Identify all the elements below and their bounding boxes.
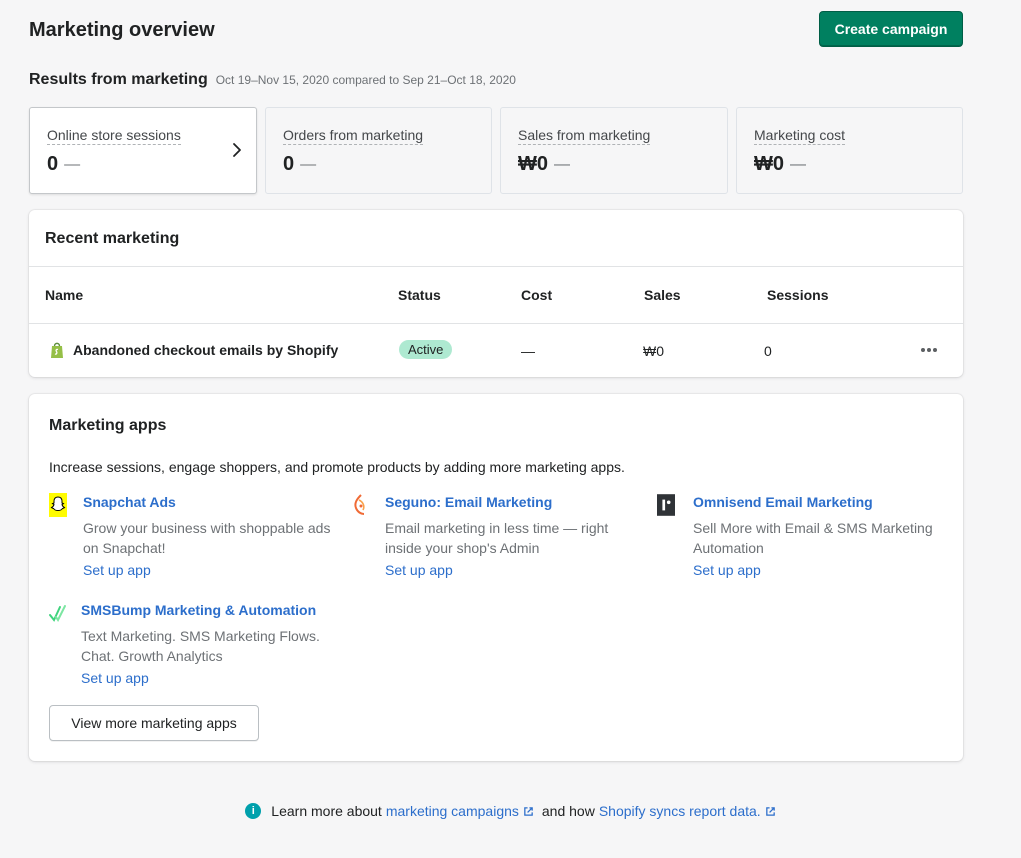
- link-text[interactable]: Shopify syncs report data.: [599, 803, 761, 819]
- metric-change: —: [554, 155, 570, 173]
- metric-value: 0: [47, 153, 59, 175]
- metric-card-orders[interactable]: Orders from marketing 0 —: [265, 107, 492, 194]
- app-name[interactable]: SMSBump Marketing & Automation: [81, 602, 316, 618]
- metric-card-cost[interactable]: Marketing cost ₩0 —: [736, 107, 963, 194]
- app-description: Grow your business with shoppable ads on…: [83, 520, 331, 556]
- metric-label[interactable]: Sales from marketing: [518, 127, 651, 145]
- setup-app-link[interactable]: Set up app: [81, 670, 149, 686]
- external-link-icon: [524, 806, 533, 816]
- setup-app-link[interactable]: Set up app: [693, 562, 761, 578]
- smsbump-icon: [49, 605, 66, 622]
- column-header-name: Name: [45, 287, 84, 303]
- campaign-name: Abandoned checkout emails by Shopify: [73, 342, 339, 358]
- sessions-cell: 0: [764, 343, 772, 359]
- marketing-apps-card: Marketing apps Increase sessions, engage…: [29, 394, 963, 761]
- footer-help: i Learn more about marketing campaigns a…: [0, 803, 1021, 819]
- column-header-sales: Sales: [644, 287, 681, 303]
- info-icon: i: [245, 803, 262, 819]
- marketing-apps-description: Increase sessions, engage shoppers, and …: [49, 459, 625, 475]
- metric-label[interactable]: Marketing cost: [754, 127, 846, 145]
- create-campaign-button[interactable]: Create campaign: [819, 11, 963, 47]
- metric-label[interactable]: Orders from marketing: [283, 127, 424, 145]
- metric-change: —: [64, 155, 81, 173]
- snapchat-icon: [49, 493, 67, 517]
- chevron-right-icon: [233, 143, 241, 157]
- recent-marketing-title: Recent marketing: [45, 230, 180, 247]
- column-header-sessions: Sessions: [767, 287, 829, 303]
- marketing-apps-title: Marketing apps: [49, 417, 167, 434]
- divider: [29, 266, 963, 267]
- metric-value: 0: [283, 153, 295, 175]
- metric-value-row: ₩0 —: [518, 153, 710, 176]
- seguno-icon: [354, 494, 365, 515]
- metric-value-row: ₩0 —: [754, 153, 945, 176]
- sales-cell: ₩0: [643, 343, 664, 359]
- recent-marketing-card: Recent marketing Name Status Cost Sales …: [29, 210, 963, 377]
- divider: [29, 323, 963, 324]
- cost-cell: —: [521, 343, 535, 359]
- metric-label[interactable]: Online store sessions: [47, 127, 181, 145]
- setup-app-link[interactable]: Set up app: [385, 562, 453, 578]
- column-header-cost: Cost: [521, 287, 553, 303]
- app-name[interactable]: Omnisend Email Marketing: [693, 494, 873, 510]
- metric-change: —: [300, 155, 317, 173]
- status-badge: Active: [399, 340, 453, 359]
- results-heading: Results from marketing Oct 19–Nov 15, 20…: [29, 71, 516, 89]
- app-description: Text Marketing. SMS Marketing Flows. Cha…: [81, 628, 320, 664]
- omnisend-icon: [657, 494, 675, 516]
- metric-value-row: 0 —: [283, 153, 474, 176]
- metric-value: ₩0: [754, 153, 784, 175]
- results-title: Results from marketing: [29, 71, 208, 88]
- setup-app-link[interactable]: Set up app: [83, 562, 151, 578]
- external-link-icon: [765, 806, 775, 816]
- metric-change: —: [790, 155, 806, 173]
- view-more-apps-button[interactable]: View more marketing apps: [49, 705, 259, 741]
- metric-card-sessions[interactable]: Online store sessions 0 —: [29, 107, 257, 194]
- metric-value-row: 0 —: [47, 153, 239, 176]
- app-name[interactable]: Snapchat Ads: [83, 494, 176, 510]
- link-text[interactable]: marketing campaigns: [386, 803, 519, 819]
- shopify-bag-icon: [51, 342, 63, 358]
- marketing-campaigns-link[interactable]: marketing campaigns: [386, 803, 534, 819]
- report-sync-link[interactable]: Shopify syncs report data.: [599, 803, 776, 819]
- footer-prefix: Learn more about: [271, 803, 382, 819]
- date-range: Oct 19–Nov 15, 2020 compared to Sep 21–O…: [215, 73, 516, 87]
- metric-value: ₩0: [518, 153, 548, 175]
- app-description: Sell More with Email & SMS Marketing Aut…: [693, 520, 933, 556]
- app-name[interactable]: Seguno: Email Marketing: [385, 494, 552, 510]
- app-description: Email marketing in less time — right ins…: [385, 520, 609, 556]
- metric-card-sales[interactable]: Sales from marketing ₩0 —: [500, 107, 728, 194]
- more-actions-button[interactable]: [919, 340, 939, 360]
- column-header-status: Status: [398, 287, 441, 303]
- footer-middle: and how: [541, 803, 595, 819]
- campaign-name-cell[interactable]: Abandoned checkout emails by Shopify: [49, 341, 338, 359]
- page-title: Marketing overview: [29, 19, 215, 41]
